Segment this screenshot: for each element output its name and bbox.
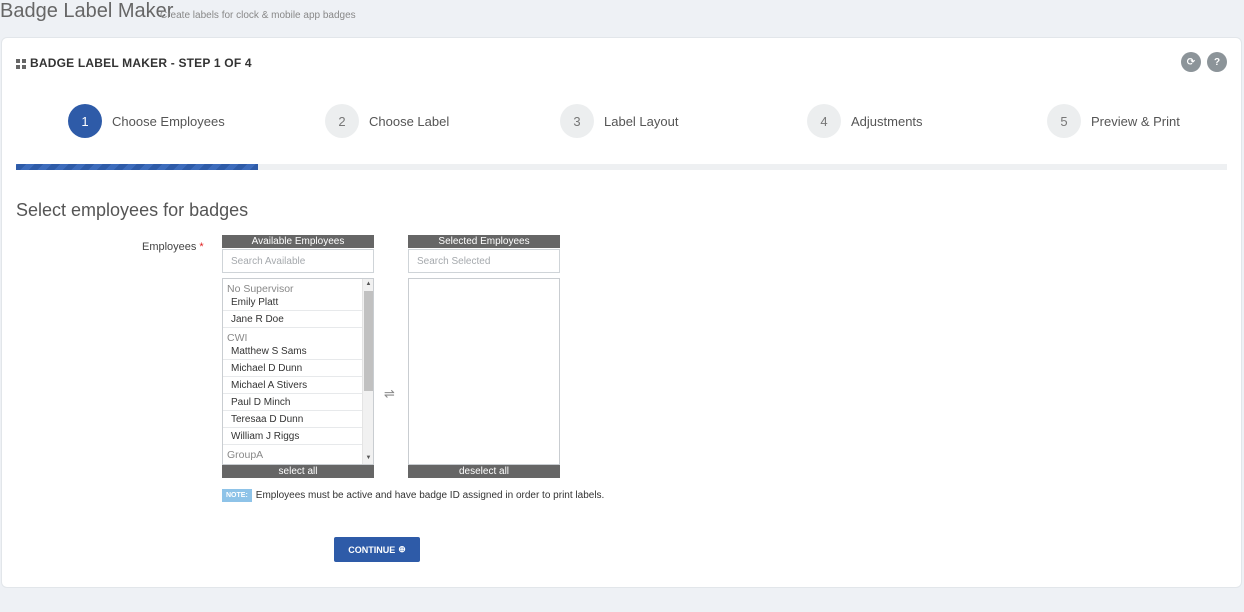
step-number: 5 [1047,104,1081,138]
step-label: Adjustments [851,113,923,129]
employees-field-label: Employees * [142,241,204,253]
required-marker: * [199,241,204,253]
employees-label-text: Employees [142,241,197,253]
available-employees-items: No Supervisor Emily Platt Jane R Doe CWI Mat… [223,279,373,461]
selected-employees-list[interactable] [408,278,560,465]
step-number: 3 [560,104,594,138]
employee-option[interactable]: Michael D Dunn [223,360,373,377]
section-title: Select employees for badges [16,200,249,220]
wizard-steps: 1 Choose Employees 2 Choose Label 3 Labe… [2,104,1241,140]
search-selected-input[interactable] [408,249,560,273]
continue-button[interactable]: CONTINUE ⊕ [334,537,420,562]
employee-option[interactable]: Paul D Minch [223,394,373,411]
wizard-progress-bar [16,164,1227,170]
note-badge: NOTE: [222,489,252,502]
employee-group-label: CWI [227,332,248,344]
step-number: 1 [68,104,102,138]
deselect-all-button[interactable]: deselect all [408,465,560,478]
step-label: Choose Label [369,113,450,129]
step-number: 2 [325,104,359,138]
step-label: Preview & Print [1091,113,1180,129]
selected-employees-header: Selected Employees [408,235,560,248]
page-title: Badge Label Maker [0,0,174,22]
employee-option[interactable]: Michael A Stivers [223,377,373,394]
step-number: 4 [807,104,841,138]
step-choose-label[interactable]: 2 Choose Label [325,104,449,138]
step-label-layout[interactable]: 3 Label Layout [560,104,678,138]
step-label: Choose Employees [112,113,225,129]
step-label: Label Layout [604,113,679,129]
panel-title: BADGE LABEL MAKER - STEP 1 OF 4 [16,56,252,70]
step-preview-print[interactable]: 5 Preview & Print [1047,104,1180,138]
employee-option[interactable]: Emily Platt [223,294,373,311]
panel-tools: ⟳ ? [1181,52,1227,72]
step-choose-employees[interactable]: 1 Choose Employees [68,104,225,138]
wizard-panel: BADGE LABEL MAKER - STEP 1 OF 4 ⟳ ? 1 Ch… [1,37,1242,588]
employee-group-label: GroupA [227,449,264,461]
note-text: Employees must be active and have badge … [255,490,605,501]
arrow-circle-right-icon: ⊕ [398,544,406,554]
badge-note: NOTE: Employees must be active and have … [222,489,604,502]
employee-group-label: No Supervisor [227,283,294,295]
refresh-icon[interactable]: ⟳ [1181,52,1201,72]
help-icon[interactable]: ? [1207,52,1227,72]
search-available-input[interactable] [222,249,374,273]
swap-arrows-icon: ⇌ [384,386,395,401]
grid-icon [16,58,26,69]
employee-option[interactable]: Jane R Doe [223,311,373,328]
scroll-thumb[interactable] [364,291,373,391]
employee-option[interactable]: William J Riggs [223,428,373,445]
select-all-button[interactable]: select all [222,465,374,478]
wizard-progress-fill [16,164,259,170]
employee-option[interactable]: Matthew S Sams [223,343,373,360]
page-subtitle: Create labels for clock & mobile app bad… [160,10,356,21]
employee-option[interactable]: Teresaa D Dunn [223,411,373,428]
scrollbar[interactable]: ▲ ▼ [362,279,373,464]
continue-label: CONTINUE [348,544,396,555]
scroll-up-arrow-icon[interactable]: ▲ [363,279,373,290]
panel-title-text: BADGE LABEL MAKER - STEP 1 OF 4 [30,56,252,70]
available-employees-list[interactable]: No Supervisor Emily Platt Jane R Doe CWI Mat… [222,278,374,465]
available-employees-header: Available Employees [222,235,374,248]
step-adjustments[interactable]: 4 Adjustments [807,104,923,138]
scroll-down-arrow-icon[interactable]: ▼ [363,453,373,464]
